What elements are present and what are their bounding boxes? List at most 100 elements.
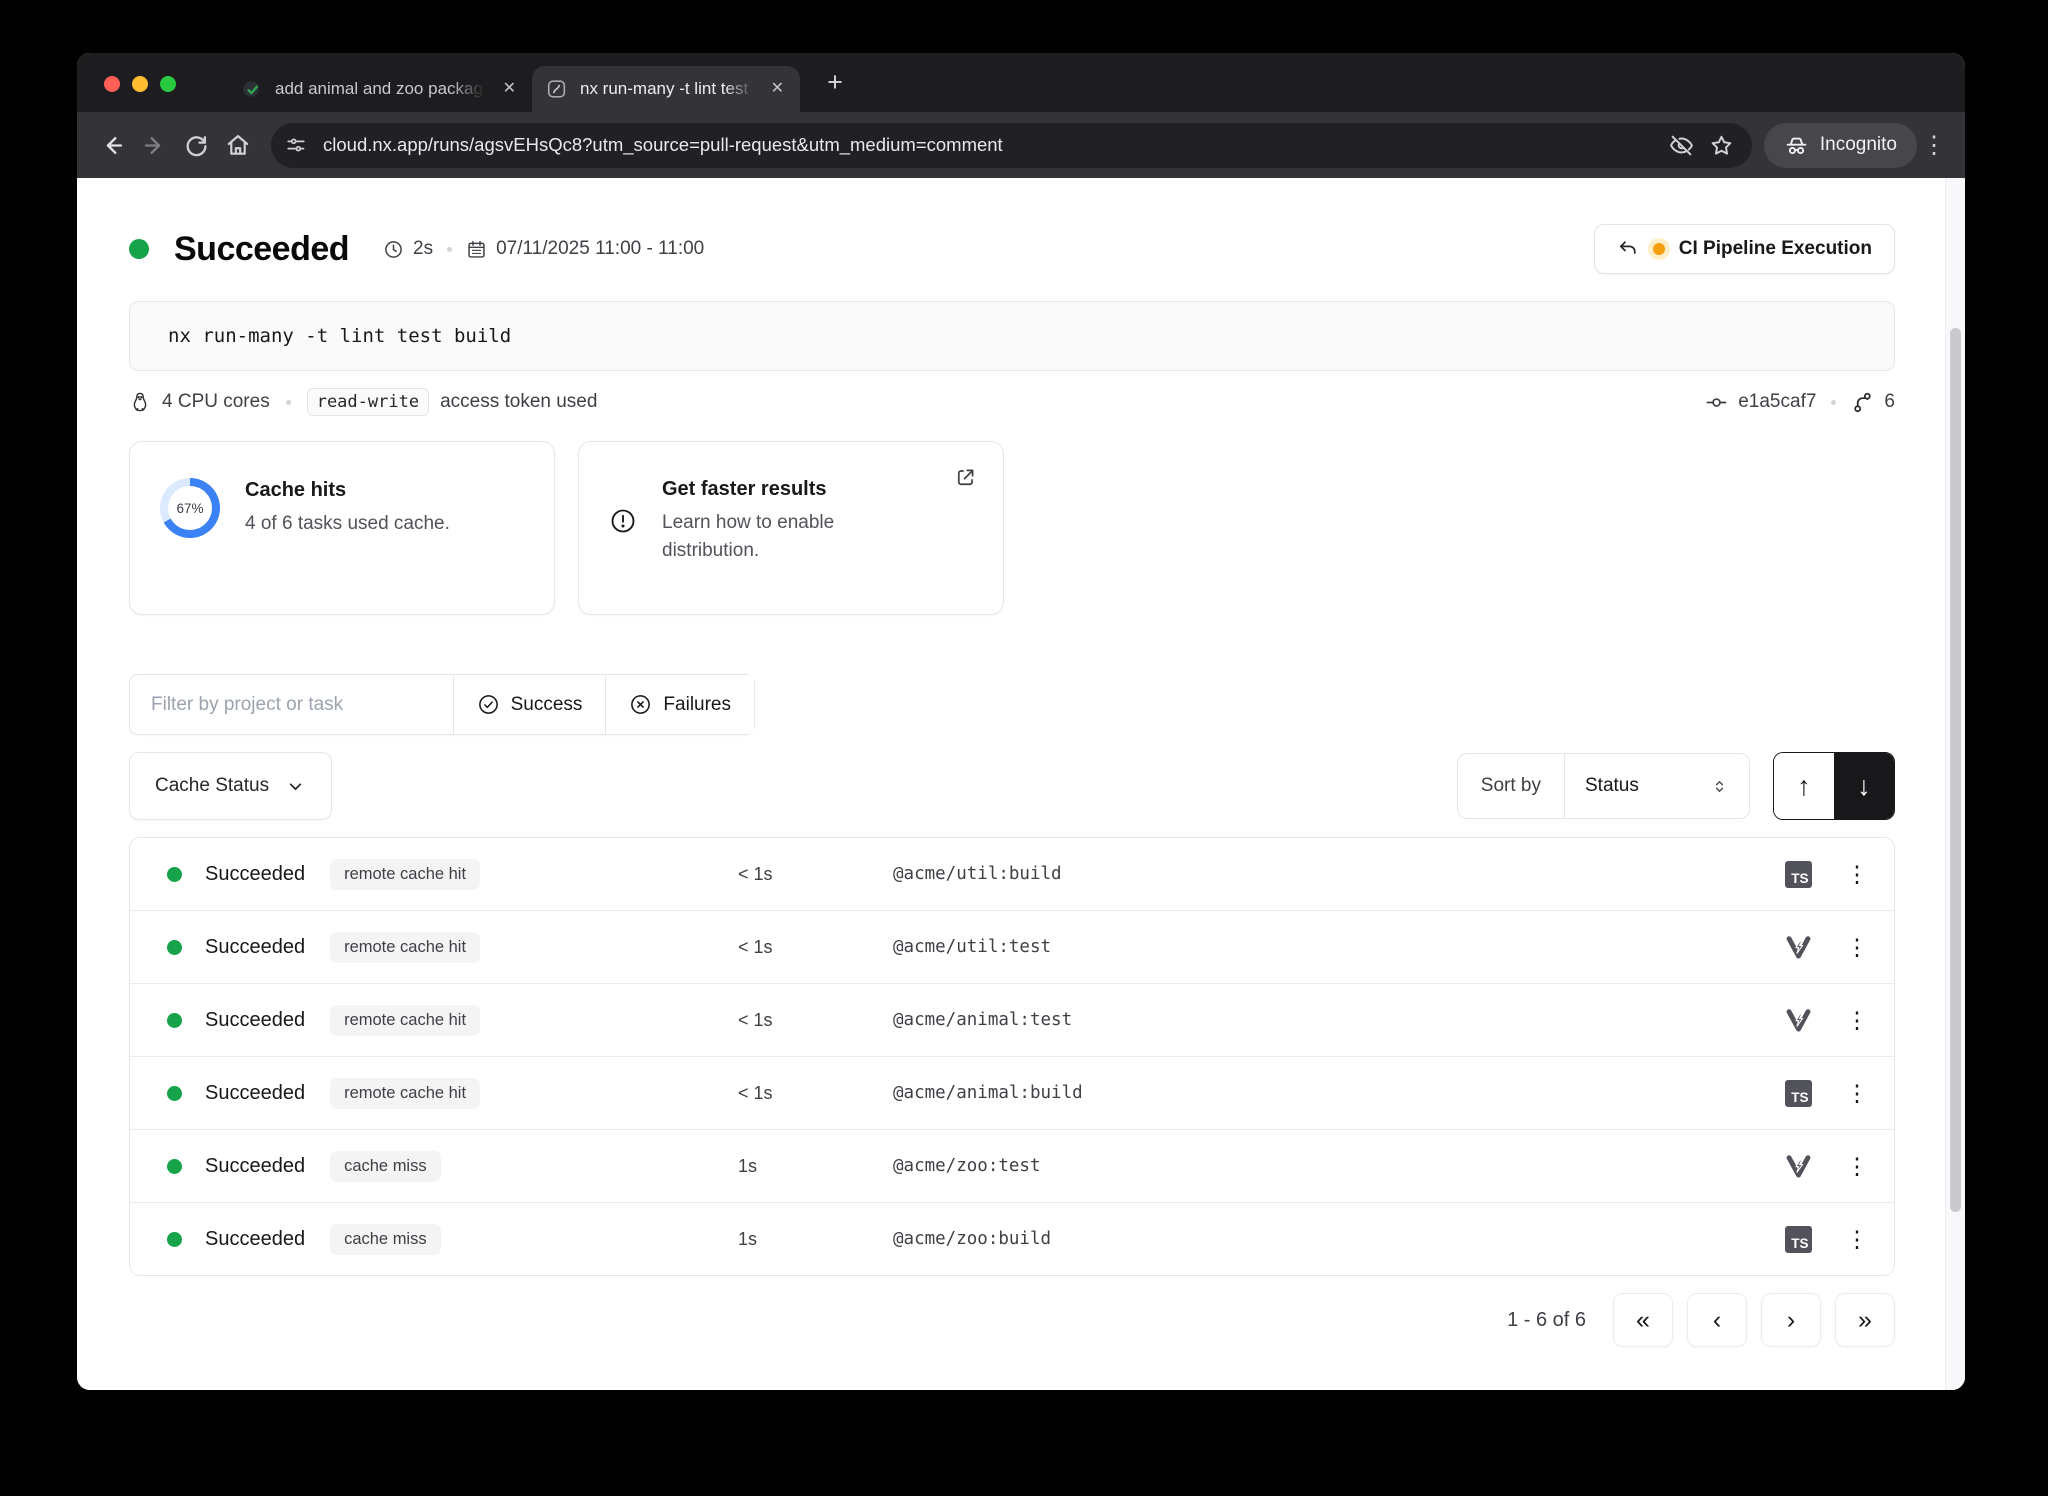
home-button[interactable] bbox=[217, 124, 259, 166]
close-window-button[interactable] bbox=[104, 76, 120, 92]
sort-direction-group: ↑ ↓ bbox=[1773, 752, 1895, 820]
sort-descending-button[interactable]: ↓ bbox=[1834, 753, 1894, 819]
table-controls: Cache Status Sort by Status ↑ ↓ bbox=[129, 752, 1895, 820]
tab-github-pr[interactable]: add animal and zoo packages ✕ bbox=[227, 66, 532, 112]
filter-failures-button[interactable]: Failures bbox=[605, 675, 754, 734]
prev-page-button[interactable]: ‹ bbox=[1687, 1293, 1747, 1347]
task-status: Succeeded bbox=[205, 1155, 305, 1178]
calendar-icon bbox=[466, 239, 487, 260]
eye-off-icon[interactable] bbox=[1662, 125, 1702, 165]
cache-status-badge: remote cache hit bbox=[330, 932, 480, 963]
cpu-cores-label: 4 CPU cores bbox=[162, 391, 270, 413]
task-duration: 1s bbox=[738, 1156, 757, 1177]
cache-percent-label: 67% bbox=[168, 486, 212, 530]
tab-close-icon[interactable]: ✕ bbox=[769, 79, 786, 99]
task-duration: < 1s bbox=[738, 937, 773, 958]
first-page-button[interactable]: « bbox=[1613, 1293, 1673, 1347]
back-button[interactable] bbox=[91, 124, 133, 166]
bookmark-star-icon[interactable] bbox=[1702, 125, 1742, 165]
run-duration: 2s bbox=[413, 238, 433, 260]
task-status: Succeeded bbox=[205, 1082, 305, 1105]
forward-button[interactable] bbox=[133, 124, 175, 166]
undo-arrow-icon bbox=[1617, 238, 1639, 260]
task-table: Succeeded remote cache hit < 1s @acme/ut… bbox=[129, 837, 1895, 1276]
vitest-icon bbox=[1785, 1007, 1812, 1034]
browser-window: add animal and zoo packages ✕ nx run-man… bbox=[77, 53, 1965, 1390]
typescript-icon: TS bbox=[1785, 1226, 1812, 1253]
reload-button[interactable] bbox=[175, 124, 217, 166]
address-bar[interactable]: cloud.nx.app/runs/agsvEHsQc8?utm_source=… bbox=[271, 123, 1752, 168]
task-name: @acme/animal:build bbox=[893, 1083, 1083, 1103]
task-row[interactable]: Succeeded remote cache hit < 1s @acme/an… bbox=[130, 983, 1894, 1056]
next-page-button[interactable]: › bbox=[1761, 1293, 1821, 1347]
cache-donut-chart: 67% bbox=[160, 478, 220, 538]
row-menu-button[interactable]: ⋮ bbox=[1842, 1007, 1872, 1034]
vitest-icon bbox=[1785, 1153, 1812, 1180]
faster-results-card[interactable]: Get faster results Learn how to enable d… bbox=[578, 441, 1004, 615]
filter-success-button[interactable]: Success bbox=[453, 675, 606, 734]
tool-icon-slot bbox=[1784, 1152, 1812, 1180]
browser-menu-button[interactable]: ⋮ bbox=[1917, 131, 1951, 160]
commit-sha: e1a5caf7 bbox=[1738, 391, 1816, 413]
zoom-window-button[interactable] bbox=[160, 76, 176, 92]
row-menu-button[interactable]: ⋮ bbox=[1842, 1153, 1872, 1180]
tool-icon-slot: TS bbox=[1784, 1079, 1812, 1107]
summary-cards: 67% Cache hits 4 of 6 tasks used cache. … bbox=[129, 441, 1895, 615]
row-menu-button[interactable]: ⋮ bbox=[1842, 1080, 1872, 1107]
tool-icon-slot bbox=[1784, 1006, 1812, 1034]
filter-bar: Success Failures bbox=[129, 674, 755, 735]
status-dot bbox=[167, 1086, 182, 1101]
last-page-button[interactable]: » bbox=[1835, 1293, 1895, 1347]
pagination-label: 1 - 6 of 6 bbox=[1507, 1309, 1586, 1332]
task-row[interactable]: Succeeded cache miss 1s @acme/zoo:build … bbox=[130, 1202, 1894, 1275]
page-scrollbar bbox=[1945, 178, 1965, 1390]
cache-status-dropdown[interactable]: Cache Status bbox=[129, 752, 332, 820]
task-status: Succeeded bbox=[205, 936, 305, 959]
task-row[interactable]: Succeeded cache miss 1s @acme/zoo:test ⋮ bbox=[130, 1129, 1894, 1202]
minimize-window-button[interactable] bbox=[132, 76, 148, 92]
sort-ascending-button[interactable]: ↑ bbox=[1774, 753, 1834, 819]
sort-by-label: Sort by bbox=[1458, 754, 1564, 818]
new-tab-button[interactable]: + bbox=[819, 67, 851, 97]
row-menu-button[interactable]: ⋮ bbox=[1842, 934, 1872, 961]
task-status: Succeeded bbox=[205, 1009, 305, 1032]
branch-count: 6 bbox=[1884, 391, 1895, 413]
cache-status-badge: cache miss bbox=[330, 1224, 441, 1255]
typescript-icon: TS bbox=[1785, 861, 1812, 888]
chevron-down-icon bbox=[285, 776, 306, 797]
cache-status-badge: remote cache hit bbox=[330, 1078, 480, 1109]
pagination: 1 - 6 of 6 « ‹ › » bbox=[129, 1293, 1895, 1347]
incognito-badge: Incognito bbox=[1764, 123, 1917, 168]
site-controls-icon[interactable] bbox=[279, 128, 313, 162]
tab-nx-run[interactable]: nx run-many -t lint test ... fro ✕ bbox=[532, 66, 800, 112]
pipeline-execution-button[interactable]: CI Pipeline Execution bbox=[1594, 224, 1895, 274]
run-meta: 4 CPU cores read-write access token used… bbox=[129, 388, 1895, 416]
task-name: @acme/util:build bbox=[893, 864, 1062, 884]
filter-input[interactable] bbox=[130, 675, 453, 734]
browser-toolbar: cloud.nx.app/runs/agsvEHsQc8?utm_source=… bbox=[77, 112, 1965, 178]
task-name: @acme/animal:test bbox=[893, 1010, 1072, 1030]
pipeline-status-dot bbox=[1653, 243, 1665, 255]
task-row[interactable]: Succeeded remote cache hit < 1s @acme/ut… bbox=[130, 910, 1894, 983]
check-circle-icon bbox=[477, 693, 500, 716]
task-duration: < 1s bbox=[738, 864, 773, 885]
page-scrollbar-thumb[interactable] bbox=[1950, 328, 1961, 1212]
tab-title: add animal and zoo packages bbox=[275, 79, 489, 99]
task-row[interactable]: Succeeded remote cache hit < 1s @acme/ut… bbox=[130, 838, 1894, 910]
task-row[interactable]: Succeeded remote cache hit < 1s @acme/an… bbox=[130, 1056, 1894, 1129]
sort-field-select[interactable]: Status bbox=[1564, 754, 1749, 818]
pr-check-favicon bbox=[241, 78, 263, 100]
clock-icon bbox=[383, 239, 404, 260]
task-duration: < 1s bbox=[738, 1083, 773, 1104]
tab-strip: add animal and zoo packages ✕ nx run-man… bbox=[77, 53, 1965, 112]
row-menu-button[interactable]: ⋮ bbox=[1842, 861, 1872, 888]
vitest-icon bbox=[1785, 934, 1812, 961]
url-text: cloud.nx.app/runs/agsvEHsQc8?utm_source=… bbox=[323, 134, 1662, 156]
task-name: @acme/util:test bbox=[893, 937, 1051, 957]
external-link-icon[interactable] bbox=[954, 466, 977, 489]
info-circle-icon bbox=[609, 507, 637, 535]
tab-close-icon[interactable]: ✕ bbox=[501, 79, 518, 99]
row-menu-button[interactable]: ⋮ bbox=[1842, 1226, 1872, 1253]
task-name: @acme/zoo:build bbox=[893, 1229, 1051, 1249]
incognito-icon bbox=[1784, 133, 1809, 158]
